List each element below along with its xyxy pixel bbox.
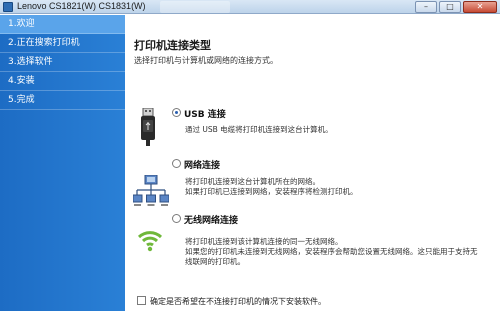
close-button[interactable]: ✕ xyxy=(463,1,497,13)
printer-app-icon xyxy=(3,2,13,12)
page-title: 打印机连接类型 xyxy=(134,39,211,52)
minimize-button[interactable]: – xyxy=(415,1,437,13)
usb-connection-label[interactable]: USB 连接 xyxy=(184,107,226,120)
install-without-printer-label[interactable]: 确定是否希望在不连接打印机的情况下安装软件。 xyxy=(150,296,326,307)
window-title: Lenovo CS1821(W) CS1831(W) xyxy=(17,1,146,11)
usb-connection-radio[interactable] xyxy=(172,108,181,117)
maximize-button[interactable]: □ xyxy=(439,1,461,13)
install-without-printer-checkbox[interactable] xyxy=(137,296,146,305)
usb-connection-desc: 通过 USB 电缆将打印机连接到这台计算机。 xyxy=(185,125,333,134)
page-subtitle: 选择打印机与计算机或网络的连接方式。 xyxy=(134,56,278,65)
network-connection-radio[interactable] xyxy=(172,159,181,168)
step-searching-printer: 2.正在搜索打印机 xyxy=(0,34,125,53)
step-select-software: 3.选择软件 xyxy=(0,53,125,72)
wireless-connection-radio[interactable] xyxy=(172,214,181,223)
wireless-connection-desc-line1: 将打印机连接到该计算机连接的同一无线网络。 xyxy=(185,237,343,246)
background-window-tab xyxy=(160,1,230,13)
wizard-steps-sidebar: 1.欢迎 2.正在搜索打印机 3.选择软件 4.安装 5.完成 xyxy=(0,15,125,311)
main-panel: 打印机连接类型 选择打印机与计算机或网络的连接方式。 USB 连接 通过 USB… xyxy=(125,15,500,311)
wireless-connection-label[interactable]: 无线网络连接 xyxy=(184,213,238,226)
usb-plug-icon xyxy=(141,108,155,146)
wireless-connection-desc-line2: 如果您的打印机未连接到无线网络，安装程序会帮助您设置无线网络。这只能用于支持无 xyxy=(185,247,478,256)
wireless-connection-desc-line3: 线联网的打印机。 xyxy=(185,257,245,266)
wifi-icon xyxy=(137,231,163,252)
network-connection-desc-line2: 如果打印机已连接到网络，安装程序将检测打印机。 xyxy=(185,187,358,196)
step-welcome: 1.欢迎 xyxy=(0,15,125,34)
window-controls: – □ ✕ xyxy=(415,1,497,13)
step-install: 4.安装 xyxy=(0,72,125,91)
step-finish: 5.完成 xyxy=(0,91,125,110)
network-connection-desc-line1: 将打印机连接到这台计算机所在的网络。 xyxy=(185,177,320,186)
title-bar: Lenovo CS1821(W) CS1831(W) – □ ✕ xyxy=(0,0,500,14)
network-icon xyxy=(133,175,169,206)
network-connection-label[interactable]: 网络连接 xyxy=(184,158,220,171)
